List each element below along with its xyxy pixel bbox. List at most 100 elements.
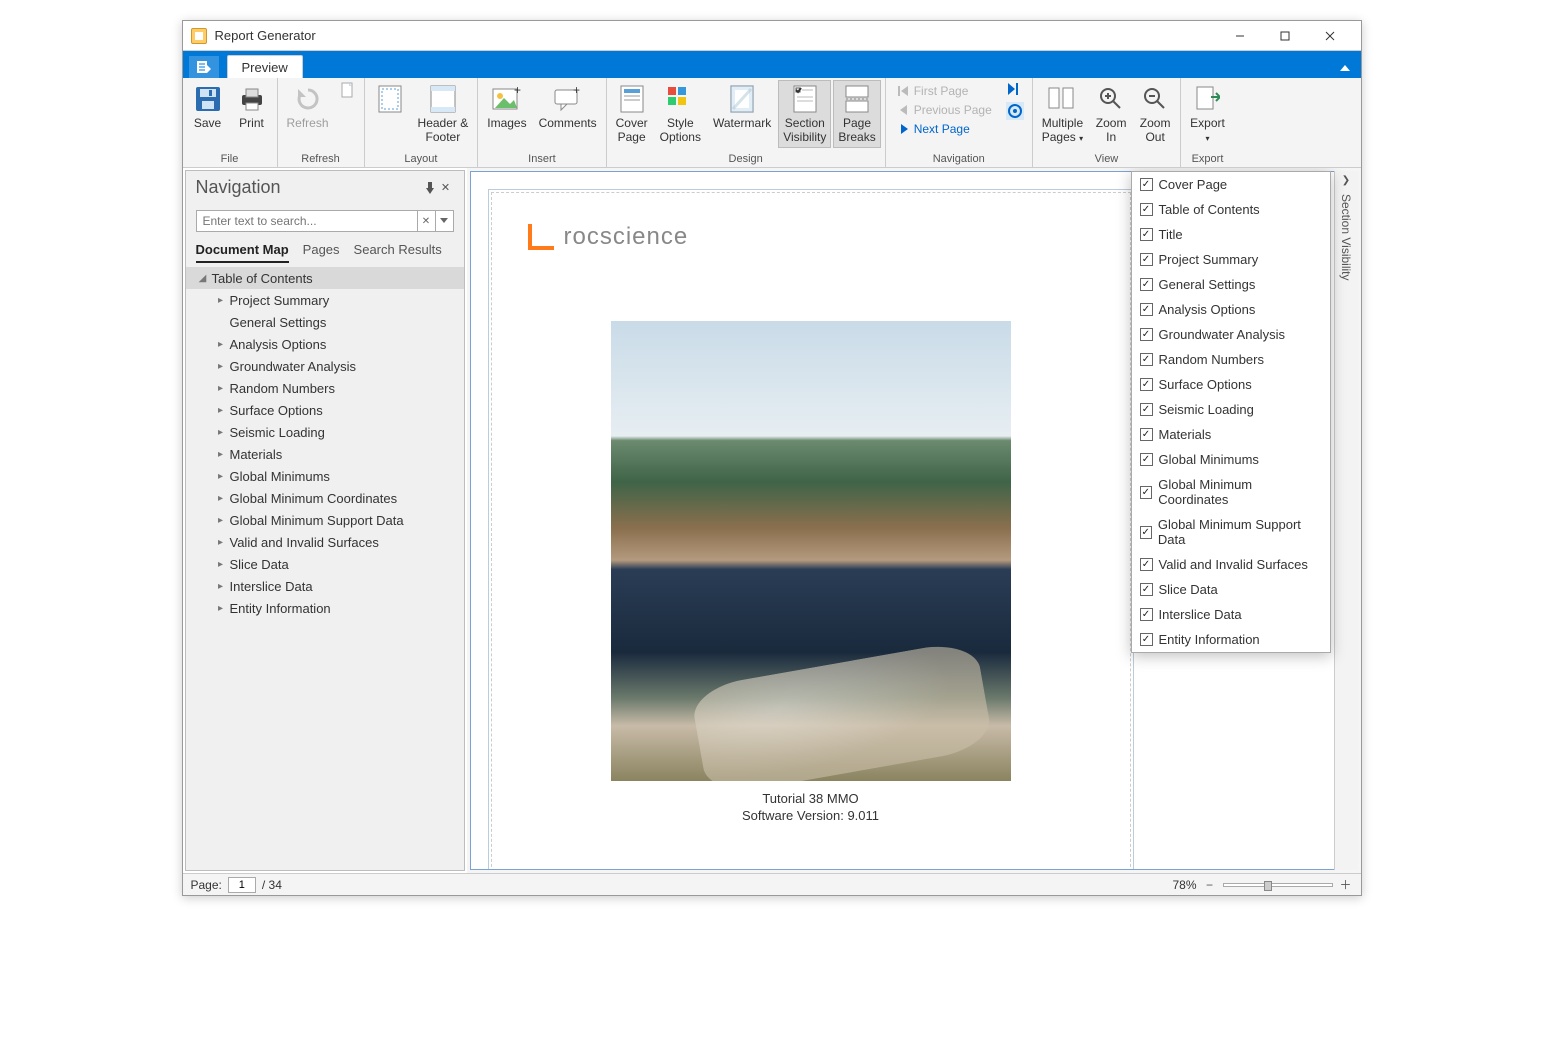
tab-pages[interactable]: Pages xyxy=(303,242,340,263)
save-button[interactable]: Save xyxy=(187,80,229,134)
tree-top-item[interactable]: ◢Table of Contents xyxy=(186,267,464,289)
pin-button[interactable] xyxy=(422,180,438,196)
tree-item-label: Entity Information xyxy=(228,601,331,616)
watermark-button[interactable]: Watermark xyxy=(708,80,776,134)
app-window: Report Generator Preview xyxy=(182,20,1362,896)
section-visibility-item[interactable]: ✓Random Numbers xyxy=(1132,347,1330,372)
section-visibility-item[interactable]: ✓Global Minimum Coordinates xyxy=(1132,472,1330,512)
zoom-out-button[interactable]: Zoom Out xyxy=(1134,80,1176,148)
zoom-slider[interactable] xyxy=(1223,883,1333,887)
tree-item[interactable]: ▸Materials xyxy=(186,443,464,465)
print-icon xyxy=(236,83,268,115)
tree-item[interactable]: ▸Global Minimums xyxy=(186,465,464,487)
page-number-input[interactable] xyxy=(228,877,256,893)
previous-page-icon xyxy=(898,105,910,115)
ribbon-group-navigation-label: Navigation xyxy=(890,151,1028,167)
last-page-icon[interactable] xyxy=(1006,82,1022,96)
section-visibility-item[interactable]: ✓Cover Page xyxy=(1132,172,1330,197)
page-breaks-button[interactable]: Page Breaks xyxy=(833,80,880,148)
section-visibility-item-label: Interslice Data xyxy=(1159,607,1242,622)
next-page-link[interactable]: Next Page xyxy=(894,120,996,138)
collapse-ribbon-button[interactable] xyxy=(1335,58,1355,78)
cover-page-button[interactable]: Cover Page xyxy=(611,80,653,148)
section-visibility-item[interactable]: ✓Table of Contents xyxy=(1132,197,1330,222)
section-visibility-item[interactable]: ✓Title xyxy=(1132,222,1330,247)
checkbox-icon: ✓ xyxy=(1140,558,1153,571)
page-preview: rocscience Tutorial 38 MMO Software Vers… xyxy=(491,192,1131,870)
tree-item[interactable]: ▸Global Minimum Support Data xyxy=(186,509,464,531)
tab-preview[interactable]: Preview xyxy=(227,55,303,78)
section-visibility-item[interactable]: ✓Seismic Loading xyxy=(1132,397,1330,422)
header-footer-label: Header & Footer xyxy=(418,117,469,145)
section-visibility-item[interactable]: ✓ Interslice Data xyxy=(1132,602,1330,627)
section-visibility-item[interactable]: ✓Materials xyxy=(1132,422,1330,447)
tree-item[interactable]: ▸Interslice Data xyxy=(186,575,464,597)
section-visibility-popout: ✓Cover Page✓Table of Contents✓Title✓Proj… xyxy=(1131,171,1331,653)
comments-button[interactable]: + Comments xyxy=(534,80,602,134)
tree-item[interactable]: ▸Surface Options xyxy=(186,399,464,421)
minimize-button[interactable] xyxy=(1218,21,1263,51)
section-visibility-button[interactable]: Section Visibility xyxy=(778,80,831,148)
tree-item[interactable]: ▸Project Summary xyxy=(186,289,464,311)
section-visibility-item[interactable]: ✓Global Minimum Support Data xyxy=(1132,512,1330,552)
expand-icon: ▸ xyxy=(214,603,228,614)
nav-target-icon[interactable] xyxy=(1006,102,1024,120)
tree-item-label: Materials xyxy=(228,447,283,462)
print-button[interactable]: Print xyxy=(231,80,273,134)
margins-button[interactable] xyxy=(369,80,411,120)
tree-item[interactable]: ▸Random Numbers xyxy=(186,377,464,399)
close-button[interactable] xyxy=(1308,21,1353,51)
tree-item[interactable]: General Settings xyxy=(186,311,464,333)
section-visibility-item[interactable]: ✓Slice Data xyxy=(1132,577,1330,602)
app-icon xyxy=(191,28,207,44)
ribbon: Save Print File Refresh xyxy=(183,78,1361,168)
expand-icon: ▸ xyxy=(214,361,228,372)
file-menu-button[interactable] xyxy=(189,56,219,78)
tree-item[interactable]: ▸Groundwater Analysis xyxy=(186,355,464,377)
multiple-pages-button[interactable]: Multiple Pages ▾ xyxy=(1037,80,1088,148)
zoom-in-button[interactable]: Zoom In xyxy=(1090,80,1132,148)
section-visibility-item[interactable]: ✓Global Minimums xyxy=(1132,447,1330,472)
zoom-plus-button[interactable]: ＋ xyxy=(1339,876,1353,893)
expand-icon: ▸ xyxy=(214,559,228,570)
watermark-label: Watermark xyxy=(713,117,771,131)
expand-icon: ▸ xyxy=(214,383,228,394)
section-visibility-item[interactable]: ✓Project Summary xyxy=(1132,247,1330,272)
close-panel-button[interactable]: ✕ xyxy=(438,180,454,196)
clear-search-button[interactable]: ✕ xyxy=(417,211,435,231)
zoom-slider-knob[interactable] xyxy=(1264,881,1272,891)
zoom-value: 78% xyxy=(1172,878,1196,892)
images-button[interactable]: + Images xyxy=(482,80,531,134)
ribbon-group-refresh-label: Refresh xyxy=(282,151,360,167)
section-visibility-sidebar[interactable]: ❯ Section Visibility xyxy=(1334,171,1358,870)
tree-item[interactable]: ▸Entity Information xyxy=(186,597,464,619)
maximize-button[interactable] xyxy=(1263,21,1308,51)
section-visibility-item[interactable]: ✓General Settings xyxy=(1132,272,1330,297)
section-visibility-item[interactable]: ✓Analysis Options xyxy=(1132,297,1330,322)
checkbox-icon: ✓ xyxy=(1140,303,1153,316)
tree-item[interactable]: ▸Global Minimum Coordinates xyxy=(186,487,464,509)
tree-item-label: Valid and Invalid Surfaces xyxy=(228,535,379,550)
zoom-minus-button[interactable]: − xyxy=(1203,878,1217,892)
section-visibility-item-label: Global Minimum Coordinates xyxy=(1158,477,1321,507)
section-visibility-item[interactable]: ✓Entity Information xyxy=(1132,627,1330,652)
tree-item[interactable]: ▸Slice Data xyxy=(186,553,464,575)
cover-caption: Tutorial 38 MMO Software Version: 9.011 xyxy=(528,791,1094,825)
style-options-button[interactable]: Style Options xyxy=(655,80,706,148)
header-footer-button[interactable]: Header & Footer xyxy=(413,80,474,148)
section-visibility-item[interactable]: ✓Valid and Invalid Surfaces xyxy=(1132,552,1330,577)
section-visibility-item[interactable]: ✓Surface Options xyxy=(1132,372,1330,397)
export-button[interactable]: Export▾ xyxy=(1185,80,1230,148)
ribbon-group-insert-label: Insert xyxy=(482,151,601,167)
tree-item[interactable]: ▸Valid and Invalid Surfaces xyxy=(186,531,464,553)
ribbon-tab-row: Preview xyxy=(183,51,1361,78)
section-visibility-item[interactable]: ✓Groundwater Analysis xyxy=(1132,322,1330,347)
search-input[interactable] xyxy=(197,214,417,228)
tab-search-results[interactable]: Search Results xyxy=(354,242,442,263)
checkbox-icon: ✓ xyxy=(1140,608,1153,621)
tree-item[interactable]: ▸Analysis Options xyxy=(186,333,464,355)
tree-item[interactable]: ▸Seismic Loading xyxy=(186,421,464,443)
search-options-button[interactable] xyxy=(435,211,453,231)
chevron-right-icon: ❯ xyxy=(1342,171,1350,190)
tab-document-map[interactable]: Document Map xyxy=(196,242,289,263)
